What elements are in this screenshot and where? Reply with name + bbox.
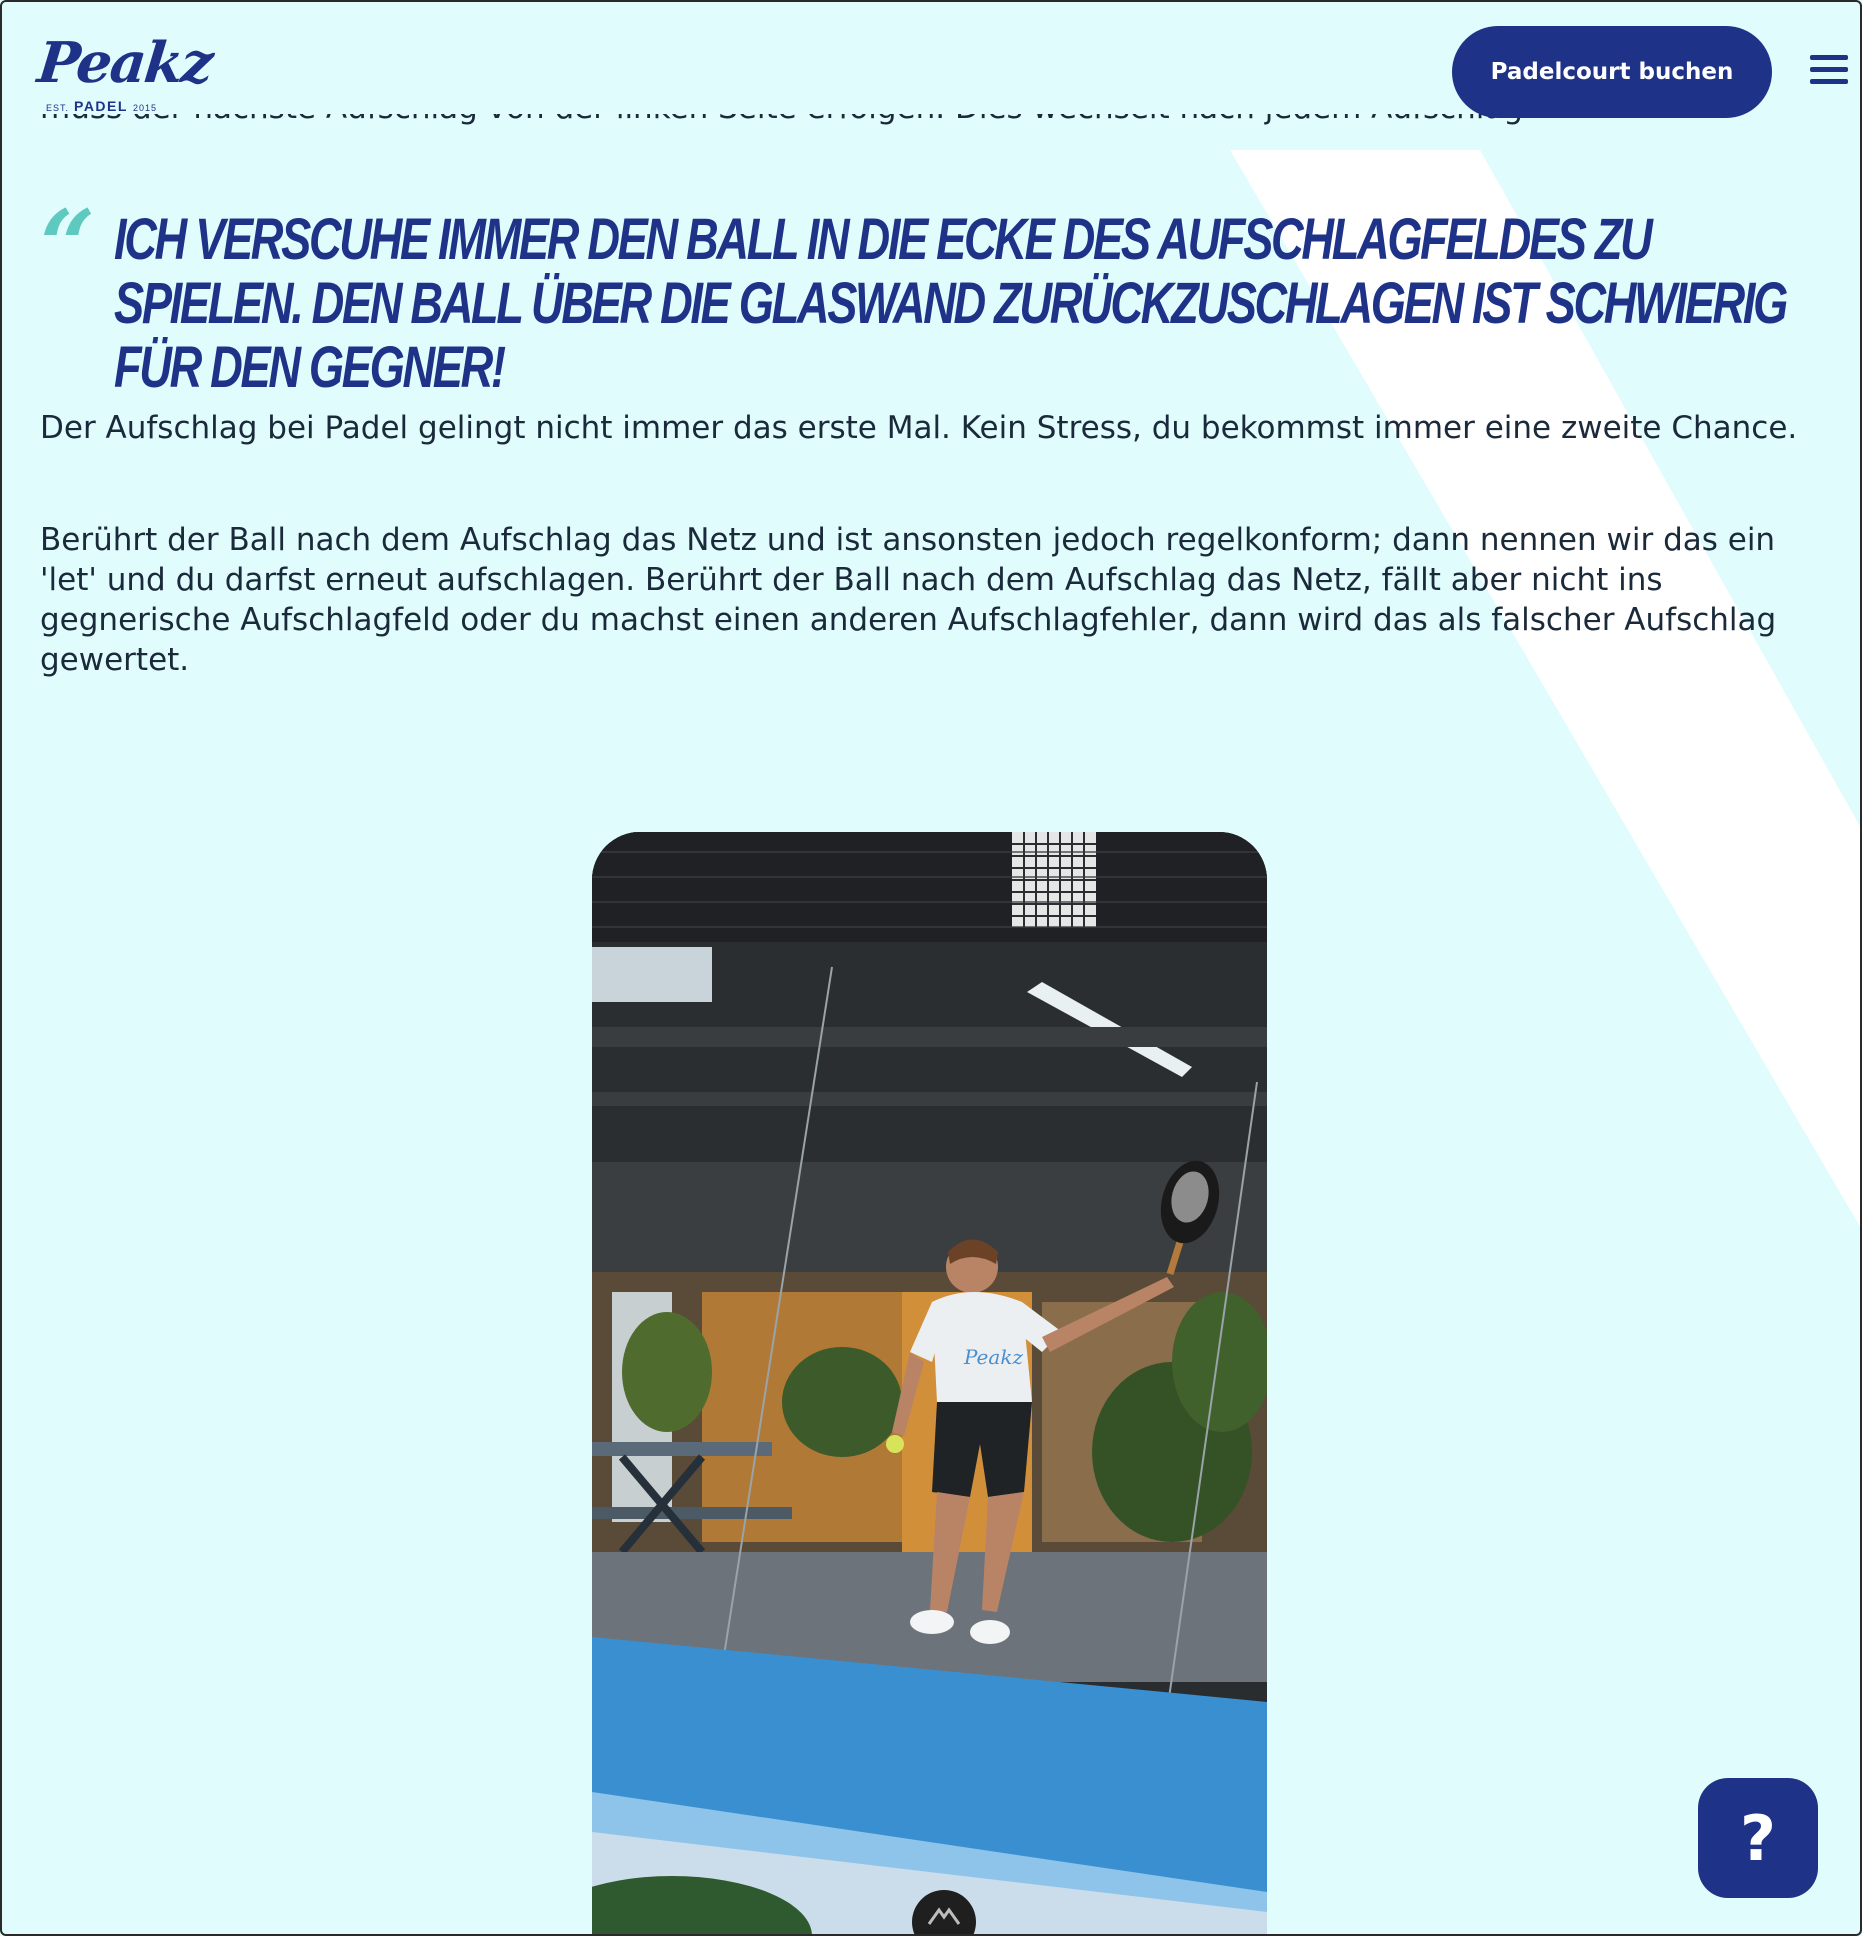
help-button[interactable]: ? [1698,1778,1818,1898]
book-padelcourt-button[interactable]: Padelcourt buchen [1452,26,1772,118]
logo-subline: EST. PADEL 2015 [46,98,157,114]
photo-shirt-logo: Peakz [963,1345,1023,1369]
peakz-padel-logo[interactable]: Peakz EST. PADEL 2015 [35,30,215,120]
paragraph-second-chance: Der Aufschlag bei Padel gelingt nicht im… [40,410,1798,446]
site-header: Peakz EST. PADEL 2015 Padelcourt buchen [0,0,1862,135]
logo-wordmark: Peakz [34,30,215,96]
pull-quote: “ Ich verscuhe immer den Ball in die Eck… [40,198,1788,400]
paragraph-let-rule: Berührt der Ball nach dem Aufschlag das … [40,522,1777,678]
quote-mark-icon: “ [40,189,96,302]
quote-text: Ich verscuhe immer den Ball in die Ecke … [114,207,1788,400]
logo-est: EST. [46,103,70,113]
padel-player-photo: Peakz [592,832,1267,1936]
logo-year: 2015 [132,103,157,113]
help-icon: ? [1740,1801,1776,1875]
logo-brand: PADEL [74,98,128,114]
hamburger-menu-icon[interactable] [1810,55,1848,87]
